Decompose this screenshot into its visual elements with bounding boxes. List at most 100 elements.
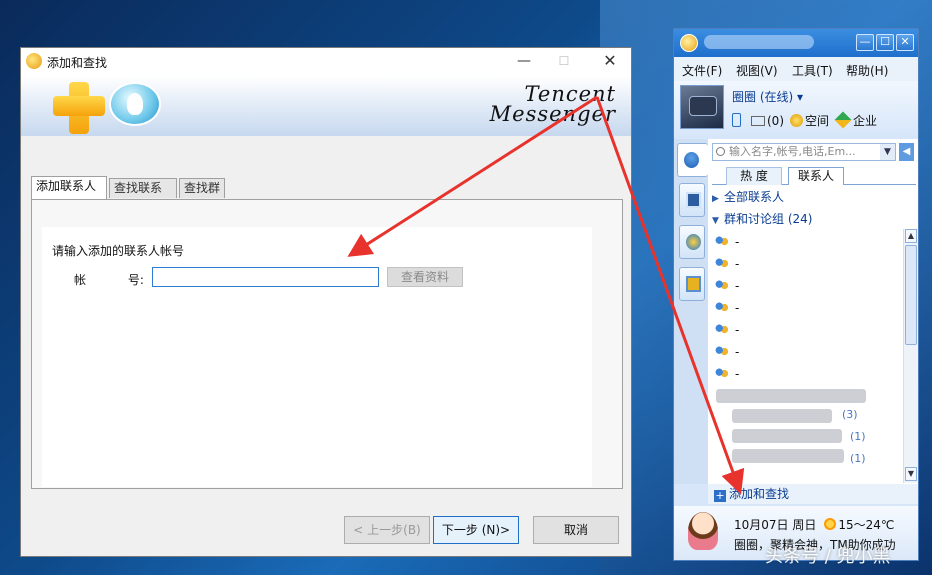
maximize-button[interactable]: ☐ (549, 50, 579, 72)
list-item-label: - (735, 257, 740, 271)
space-label[interactable]: 空间 (805, 114, 829, 128)
blurred-item (716, 389, 866, 403)
list-item[interactable]: - (714, 253, 894, 275)
scroll-down-icon[interactable]: ▼ (905, 467, 917, 481)
temperature: 15～24℃ (838, 518, 895, 532)
mail-icon[interactable] (751, 116, 765, 126)
list-item[interactable]: - (714, 297, 894, 319)
assistant-avatar-icon[interactable] (688, 512, 718, 550)
date-label: 10月07日 周日 (734, 518, 817, 532)
dialog-title: 添加和查找 (47, 56, 108, 70)
list-item-label: - (735, 279, 740, 293)
profile-area: 圈圈 (在线) ▾ (0) 空间 企业 (674, 81, 918, 137)
view-info-button[interactable]: 查看资料 (387, 267, 463, 287)
space-icon[interactable] (790, 114, 803, 127)
dialog-titlebar[interactable]: 添加和查找 — ☐ ✕ (21, 48, 631, 76)
nickname-status[interactable]: 圈圈 (在线) ▾ (732, 88, 803, 105)
blurred-item (732, 429, 842, 443)
profile-actions: (0) 空间 企业 (732, 111, 877, 129)
list-item[interactable]: - (714, 341, 894, 363)
avatar[interactable] (680, 85, 724, 129)
mobile-icon[interactable] (732, 113, 741, 127)
add-find-button[interactable]: + 添加和查找 (708, 484, 918, 504)
list-item-label: - (735, 235, 740, 249)
back-arrow-icon[interactable]: ◀ (899, 143, 914, 161)
list-item-label: - (735, 301, 740, 315)
tm-logo-icon (26, 53, 42, 69)
blurred-item (732, 409, 832, 423)
list-scrollbar[interactable]: ▲ ▼ (903, 229, 918, 483)
caret-down-icon: ▼ (712, 216, 719, 226)
minimize-button[interactable]: — (509, 50, 539, 72)
add-find-label: 添加和查找 (729, 487, 790, 501)
account-label: 帐 号: (74, 273, 144, 287)
tm-logo-icon (680, 34, 698, 52)
account-input[interactable] (152, 267, 379, 287)
message-count-badge: (1) (850, 430, 866, 443)
tab-hot[interactable]: 热 度 (726, 167, 782, 185)
apps-icon (686, 276, 701, 292)
cancel-button[interactable]: 取消 (533, 516, 619, 544)
tab-panel: 请输入添加的联系人帐号 帐 号: 查看资料 (31, 199, 623, 489)
qzone-icon (686, 234, 701, 250)
blurred-account (704, 35, 814, 49)
caret-right-icon: ▶ (712, 194, 719, 204)
mail-count: (0) (767, 114, 784, 128)
add-find-dialog: 添加和查找 — ☐ ✕ Tencent Messenger 添加联系人 查找联系… (20, 47, 632, 557)
book-icon (686, 192, 701, 208)
side-tab-apps[interactable] (679, 267, 705, 301)
menu-help[interactable]: 帮助(H) (846, 62, 888, 79)
tab-find-group[interactable]: 查找群 (179, 178, 225, 198)
search-input[interactable]: 输入名字,帐号,电话,Em... (712, 143, 896, 161)
account-prompt: 请输入添加的联系人帐号 (52, 244, 185, 258)
side-tab-strip (674, 139, 708, 484)
side-tab-contacts[interactable] (677, 143, 708, 177)
logo-line-1: Tencent (524, 82, 616, 106)
list-item-label: - (735, 323, 740, 337)
tm-titlebar[interactable]: — ☐ ✕ (674, 29, 918, 57)
group-label: 群和讨论组 (24) (724, 212, 813, 226)
contact-list-area: 输入名字,帐号,电话,Em... ▼ ◀ 热 度 联系人 ▶ 全部联系人 ▼ 群和讨… (708, 139, 918, 484)
blurred-item (732, 449, 844, 463)
tm-close-button[interactable]: ✕ (896, 34, 914, 51)
menu-tools[interactable]: 工具(T) (792, 62, 833, 79)
side-tab-qzone[interactable] (679, 225, 705, 259)
group-groups-discussions[interactable]: ▼ 群和讨论组 (24) (712, 209, 912, 229)
business-label[interactable]: 企业 (853, 114, 877, 128)
contact-bubble-icon (109, 82, 161, 126)
list-item[interactable]: - (714, 231, 894, 253)
close-button[interactable]: ✕ (595, 50, 625, 72)
plus-badge-icon-bar (53, 96, 105, 116)
plus-icon: + (714, 489, 726, 502)
group-icon (714, 323, 729, 336)
tab-add-contact[interactable]: 添加联系人 (31, 176, 107, 200)
message-count-badge: (1) (850, 452, 866, 465)
tm-main-window: — ☐ ✕ 文件(F) 视图(V) 工具(T) 帮助(H) 圈圈 (在线) ▾ … (673, 28, 919, 561)
list-item[interactable]: - (714, 363, 894, 385)
menu-view[interactable]: 视图(V) (736, 62, 778, 79)
business-icon[interactable] (834, 111, 852, 129)
menu-file[interactable]: 文件(F) (682, 62, 722, 79)
side-tab-address-book[interactable] (679, 183, 705, 217)
tm-minimize-button[interactable]: — (856, 34, 874, 51)
list-item[interactable]: - (714, 319, 894, 341)
date-weather: 10月07日 周日 15～24℃ (734, 516, 894, 533)
tm-menubar: 文件(F) 视图(V) 工具(T) 帮助(H) (674, 57, 918, 81)
search-dropdown-icon[interactable]: ▼ (880, 144, 895, 160)
scroll-up-icon[interactable]: ▲ (905, 229, 917, 243)
sun-icon (824, 518, 837, 530)
prev-button[interactable]: < 上一步(B) (344, 516, 430, 544)
list-item[interactable]: - (714, 275, 894, 297)
group-icon (714, 235, 729, 248)
group-all-contacts[interactable]: ▶ 全部联系人 (712, 187, 912, 207)
scroll-thumb[interactable] (905, 245, 917, 345)
add-contact-form: 请输入添加的联系人帐号 帐 号: 查看资料 (42, 227, 592, 487)
dialog-banner: Tencent Messenger (21, 76, 631, 136)
tm-maximize-button[interactable]: ☐ (876, 34, 894, 51)
group-list: - - - - - - - (3) (1) (1) (708, 231, 903, 465)
tab-find-contact[interactable]: 查找联系人 (109, 178, 177, 213)
next-button[interactable]: 下一步 (N)> (433, 516, 519, 544)
list-item-label: - (735, 345, 740, 359)
group-icon (714, 367, 729, 380)
tab-contacts[interactable]: 联系人 (788, 167, 844, 185)
